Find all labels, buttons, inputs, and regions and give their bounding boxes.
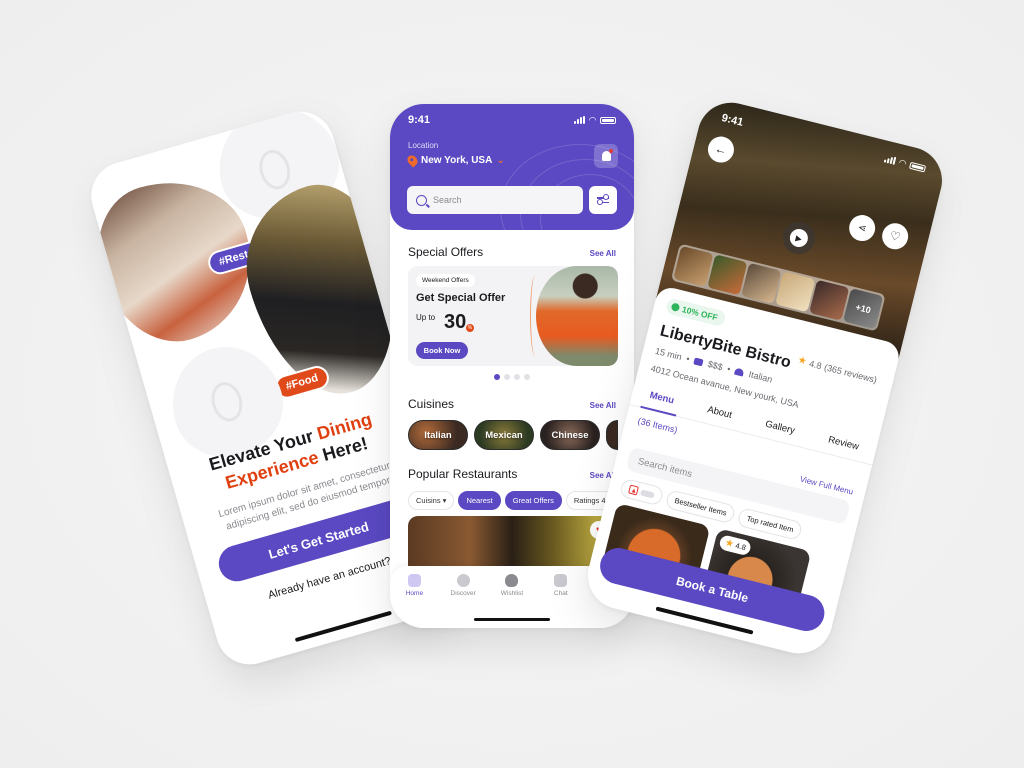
search-icon bbox=[416, 194, 427, 206]
heart-outline-icon: ♡ bbox=[888, 228, 903, 245]
chip-cuisins[interactable]: Cuisins ▾ bbox=[408, 491, 455, 510]
chip-nearest[interactable]: Nearest bbox=[458, 491, 501, 510]
wifi-icon: ◠ bbox=[898, 156, 908, 169]
gallery-thumb[interactable] bbox=[775, 271, 816, 313]
status-bar: 9:41 ◠ bbox=[408, 114, 616, 126]
status-time: 9:41 bbox=[720, 111, 745, 129]
offer-percent: 30 bbox=[444, 311, 467, 333]
location-selector[interactable]: New York, USA ⌄ bbox=[405, 153, 505, 168]
compass-icon bbox=[456, 574, 470, 587]
filter-chips: Cuisins ▾ Nearest Great Offers Ratings 4… bbox=[408, 491, 625, 510]
toggle-switch[interactable] bbox=[640, 488, 656, 499]
carousel-dot[interactable] bbox=[504, 374, 510, 380]
cuisine-type: Italian bbox=[747, 369, 774, 385]
signal-icon bbox=[574, 116, 586, 124]
chip-great-offers[interactable]: Great Offers bbox=[504, 491, 562, 510]
food-rating-badge: ★ 4.8 bbox=[718, 534, 753, 557]
home-indicator bbox=[474, 618, 550, 621]
carousel-dot[interactable] bbox=[514, 374, 520, 380]
chat-icon bbox=[554, 574, 568, 587]
filter-button[interactable] bbox=[589, 186, 617, 214]
delivery-time: 15 min bbox=[654, 345, 683, 363]
location-pin-icon bbox=[405, 153, 420, 168]
swirl-icon bbox=[207, 378, 247, 426]
tab-menu[interactable]: Menu bbox=[647, 384, 677, 414]
carousel-dot[interactable] bbox=[524, 374, 530, 380]
tab-gallery[interactable]: Gallery bbox=[762, 413, 797, 445]
wifi-icon: ◠ bbox=[589, 114, 596, 125]
search-placeholder: Search bbox=[433, 195, 462, 205]
gallery-more[interactable]: +10 bbox=[843, 288, 884, 330]
home-indicator bbox=[294, 610, 392, 643]
cloche-icon bbox=[734, 367, 745, 377]
play-video-button[interactable]: ▶ bbox=[779, 218, 819, 258]
search-input[interactable]: Search bbox=[407, 186, 583, 214]
home-header: 9:41 ◠ Location New York, USA ⌄ Search bbox=[390, 104, 634, 230]
bell-icon bbox=[601, 149, 613, 161]
popular-header: Popular Restaurants See All bbox=[408, 467, 616, 481]
arrow-left-icon: ← bbox=[713, 141, 729, 158]
discount-badge: 10% OFF bbox=[664, 297, 728, 328]
tab-review[interactable]: Review bbox=[825, 429, 861, 461]
tab-about[interactable]: About bbox=[704, 398, 734, 428]
signal-icon bbox=[883, 155, 897, 165]
favorite-button[interactable]: ♡ bbox=[879, 220, 911, 253]
offer-up-to: Up to bbox=[416, 313, 436, 322]
cuisine-italian[interactable]: Italian bbox=[408, 420, 468, 450]
status-time: 9:41 bbox=[408, 114, 431, 126]
gallery-thumb[interactable] bbox=[673, 245, 714, 287]
see-all-link[interactable]: See All bbox=[590, 401, 616, 410]
carousel-dot[interactable] bbox=[494, 374, 500, 380]
gallery-thumb[interactable] bbox=[741, 262, 782, 304]
veg-toggle[interactable] bbox=[619, 477, 665, 507]
section-title: Special Offers bbox=[408, 245, 484, 259]
see-all-link[interactable]: See All bbox=[590, 249, 616, 258]
heart-icon bbox=[505, 574, 519, 587]
discount-icon bbox=[670, 302, 681, 313]
share-button[interactable]: ⋖ bbox=[846, 212, 878, 244]
star-icon: ★ bbox=[796, 354, 808, 368]
section-title: Cuisines bbox=[408, 397, 455, 411]
battery-icon bbox=[909, 161, 927, 172]
non-veg-icon bbox=[628, 484, 639, 496]
gallery-thumb[interactable] bbox=[707, 254, 748, 296]
offer-card[interactable]: Weekend Offers Get Special Offer Up to 3… bbox=[408, 266, 618, 366]
back-button[interactable]: ← bbox=[705, 133, 737, 166]
location-label: Location bbox=[408, 141, 439, 150]
tab-home[interactable]: Home bbox=[394, 574, 434, 628]
carousel-dots bbox=[390, 374, 634, 380]
offer-badge: Weekend Offers bbox=[416, 274, 475, 287]
restaurant-rating: ★ 4.8 (365 reviews) bbox=[796, 354, 879, 385]
cuisine-list: Italian Mexican Chinese bbox=[408, 420, 618, 450]
wallet-icon bbox=[693, 356, 704, 366]
status-bar: 9:41 ◠ bbox=[720, 112, 927, 174]
section-title: Popular Restaurants bbox=[408, 467, 518, 481]
share-icon: ⋖ bbox=[856, 221, 868, 235]
battery-icon bbox=[600, 116, 616, 124]
star-icon: ★ bbox=[723, 537, 735, 551]
restaurant-detail-screen: 9:41 ◠ ← ⋖ ♡ ▶ +10 10% OFF ★ 4.8 (365 re… bbox=[580, 95, 950, 661]
swirl-icon bbox=[254, 146, 295, 193]
menu-item-count: (36 Items) bbox=[636, 415, 679, 436]
offer-headline: Get Special Offer bbox=[416, 292, 506, 304]
offer-photo bbox=[536, 266, 618, 366]
price-level: $$$ bbox=[706, 358, 724, 373]
cuisine-chinese[interactable]: Chinese bbox=[540, 420, 600, 450]
notifications-button[interactable] bbox=[594, 144, 618, 168]
gallery-thumb[interactable] bbox=[809, 279, 850, 321]
location-value: New York, USA bbox=[421, 155, 493, 166]
play-icon: ▶ bbox=[787, 227, 810, 249]
cuisine-mexican[interactable]: Mexican bbox=[474, 420, 534, 450]
book-now-button[interactable]: Book Now bbox=[416, 342, 468, 359]
home-icon bbox=[407, 574, 421, 587]
chevron-down-icon: ⌄ bbox=[496, 155, 505, 166]
percent-symbol: % bbox=[466, 324, 474, 332]
cuisines-header: Cuisines See All bbox=[408, 397, 616, 411]
cuisine-more[interactable] bbox=[606, 420, 618, 450]
special-offers-header: Special Offers See All bbox=[408, 245, 616, 259]
